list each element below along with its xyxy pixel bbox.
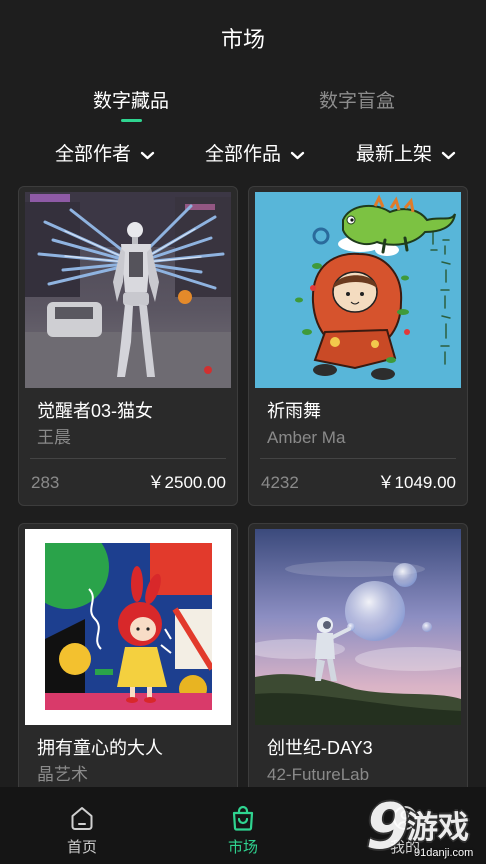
artwork-image [255,529,461,725]
product-author: Amber Ma [267,428,346,447]
artwork-image [25,192,231,388]
product-count: 283 [31,473,60,492]
artwork-image [255,192,461,388]
filter-sort-label: 最新上架 [356,144,433,165]
nav-label-home: 首页 [66,839,97,856]
product-title: 创世纪-DAY3 [267,738,373,758]
artwork-image [25,529,231,725]
product-author: 42-FutureLab [267,765,370,784]
card-divider [30,458,226,459]
filter-sort-dropdown[interactable]: 最新上架 [356,142,456,168]
card-divider [260,458,456,459]
nav-item-market[interactable]: 市场 [198,787,288,864]
nav-label-market: 市场 [227,839,258,856]
chevron-down-icon [441,151,456,159]
filter-author-dropdown[interactable]: 全部作者 [55,142,155,168]
chevron-down-icon [290,151,305,159]
product-author: 晶艺术 [37,765,88,784]
product-card[interactable]: 觉醒者03-猫女 王晨 283 ￥2500.00 [18,186,238,506]
watermark-logo-text: 游戏 [407,810,469,845]
product-price: ￥1049.00 [377,473,456,492]
market-screen: 市场 数字藏品 数字盲盒 全部作者 全部作品 最新上架 觉醒者03-猫女 王晨 … [0,0,486,864]
product-count: 4232 [261,473,299,492]
filter-work-label: 全部作品 [205,144,282,165]
product-title: 觉醒者03-猫女 [37,401,154,421]
nav-item-home[interactable]: 首页 [37,787,127,864]
product-title: 拥有童心的大人 [37,738,163,758]
product-author: 王晨 [37,428,71,447]
tab-digital-blind-box[interactable]: 数字盲盒 [297,89,417,115]
filter-author-label: 全部作者 [55,144,132,165]
product-price: ￥2500.00 [147,473,226,492]
filter-work-dropdown[interactable]: 全部作品 [205,142,305,168]
page-title: 市场 [220,27,265,52]
shopping-bag-icon [232,805,254,831]
product-title: 祈雨舞 [267,401,321,421]
chevron-down-icon [140,151,155,159]
watermark-domain: 91danji.com [414,847,474,859]
tab-digital-collectibles[interactable]: 数字藏品 [71,89,191,115]
active-tab-indicator [121,119,142,122]
watermark-logo-nine: 9 [366,790,410,863]
home-icon [71,807,93,830]
product-card[interactable]: 祈雨舞 Amber Ma 4232 ￥1049.00 [248,186,468,506]
